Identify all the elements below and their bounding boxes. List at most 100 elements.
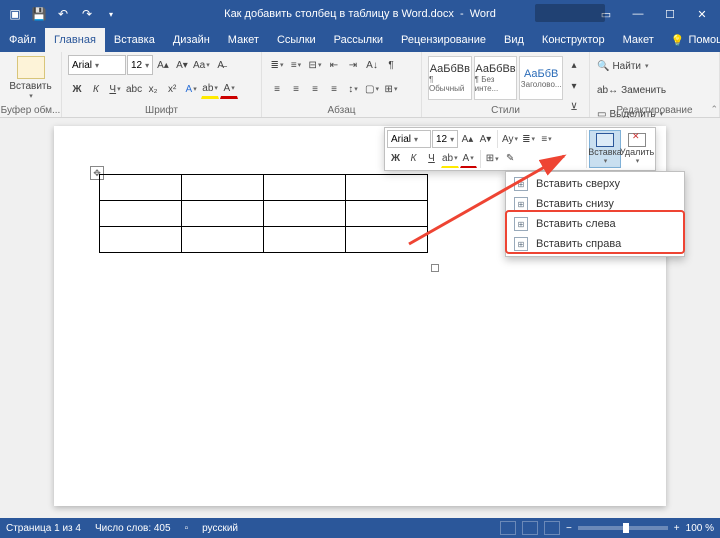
mini-fontcolor-icon[interactable]: A▾ bbox=[460, 150, 477, 168]
paste-button[interactable]: Вставить▾ bbox=[6, 54, 55, 102]
zoom-in-icon[interactable]: + bbox=[674, 523, 680, 534]
underline-button[interactable]: Ч▾ bbox=[106, 79, 124, 99]
menu-insert-above[interactable]: ⊞Вставить сверху bbox=[508, 174, 682, 194]
zoom-value[interactable]: 100 % bbox=[686, 523, 714, 534]
status-proofing-icon[interactable]: ▫ bbox=[185, 523, 189, 534]
tab-review[interactable]: Рецензирование bbox=[392, 28, 495, 52]
mini-insert-button[interactable]: Вставка▾ bbox=[589, 130, 621, 168]
mini-grow-icon[interactable]: A▴ bbox=[459, 130, 476, 148]
mini-highlight-icon[interactable]: ab▾ bbox=[441, 150, 459, 168]
view-read-icon[interactable] bbox=[500, 521, 516, 535]
sort-icon[interactable]: A↓ bbox=[363, 55, 381, 75]
justify-icon[interactable]: ≡ bbox=[325, 79, 343, 99]
document-table[interactable] bbox=[99, 174, 428, 253]
tab-home[interactable]: Главная bbox=[45, 28, 105, 52]
mini-size-combo[interactable]: 12▾ bbox=[432, 130, 458, 148]
mini-bold-button[interactable]: Ж bbox=[387, 150, 404, 168]
font-size-combo[interactable]: 12▾ bbox=[127, 55, 153, 75]
mini-format-painter-icon[interactable]: ✎ bbox=[502, 150, 519, 168]
tab-references[interactable]: Ссылки bbox=[268, 28, 325, 52]
mini-bullets-icon[interactable]: ≣▾ bbox=[520, 130, 537, 148]
bold-button[interactable]: Ж bbox=[68, 79, 86, 99]
group-styles: АаБбВв¶ Обычный АаБбВв¶ Без инте... АаБб… bbox=[422, 52, 590, 117]
tab-insert[interactable]: Вставка bbox=[105, 28, 164, 52]
find-button[interactable]: 🔍 Найти▾ bbox=[596, 56, 650, 76]
style-heading[interactable]: АаБбВЗаголово... bbox=[519, 56, 563, 100]
shrink-font-icon[interactable]: A▾ bbox=[173, 55, 191, 75]
show-marks-icon[interactable]: ¶ bbox=[382, 55, 400, 75]
style-no-spacing[interactable]: АаБбВв¶ Без инте... bbox=[474, 56, 518, 100]
tab-designer[interactable]: Конструктор bbox=[533, 28, 614, 52]
grow-font-icon[interactable]: A▴ bbox=[154, 55, 172, 75]
align-right-icon[interactable]: ≡ bbox=[306, 79, 324, 99]
style-normal[interactable]: АаБбВв¶ Обычный bbox=[428, 56, 472, 100]
view-print-icon[interactable] bbox=[522, 521, 538, 535]
styles-up-icon[interactable]: ▴ bbox=[565, 56, 583, 75]
borders-icon[interactable]: ⊞▾ bbox=[382, 79, 400, 99]
numbering-icon[interactable]: ≡▾ bbox=[287, 55, 305, 75]
change-case-icon[interactable]: Aa▾ bbox=[192, 55, 211, 75]
bullets-icon[interactable]: ≣▾ bbox=[268, 55, 286, 75]
align-left-icon[interactable]: ≡ bbox=[268, 79, 286, 99]
minimize-icon[interactable]: — bbox=[624, 3, 652, 25]
tab-design[interactable]: Дизайн bbox=[164, 28, 219, 52]
clear-format-icon[interactable]: A̶ bbox=[212, 55, 230, 75]
italic-button[interactable]: К bbox=[87, 79, 105, 99]
styles-down-icon[interactable]: ▾ bbox=[565, 77, 583, 96]
superscript-button[interactable]: x² bbox=[163, 79, 181, 99]
delete-icon: ✕ bbox=[628, 133, 646, 147]
tab-layout[interactable]: Макет bbox=[219, 28, 268, 52]
tell-me[interactable]: 💡 Помощ bbox=[663, 28, 720, 52]
tab-mailings[interactable]: Рассылки bbox=[325, 28, 392, 52]
status-language[interactable]: русский bbox=[202, 523, 238, 534]
quick-access: ▣ 💾 ↶ ↷ ▾ bbox=[4, 3, 122, 25]
qa-more-icon[interactable]: ▾ bbox=[100, 3, 122, 25]
font-family-combo[interactable]: Arial▾ bbox=[68, 55, 126, 75]
menu-insert-right[interactable]: ⊞Вставить справа bbox=[508, 234, 682, 254]
page[interactable]: ✥ Arial▾ 12▾ A▴ A▾ Ay▾ ≣▾ ≡▾ bbox=[54, 126, 666, 506]
tab-view[interactable]: Вид bbox=[495, 28, 533, 52]
mini-underline-button[interactable]: Ч bbox=[423, 150, 440, 168]
account-area[interactable] bbox=[535, 4, 605, 22]
paste-icon bbox=[17, 56, 45, 79]
tab-file[interactable]: Файл bbox=[0, 28, 45, 52]
zoom-slider[interactable] bbox=[578, 526, 668, 530]
insert-below-icon: ⊞ bbox=[514, 197, 528, 211]
mini-italic-button[interactable]: К bbox=[405, 150, 422, 168]
multilevel-icon[interactable]: ⊟▾ bbox=[306, 55, 324, 75]
menu-insert-below[interactable]: ⊞Вставить снизу bbox=[508, 194, 682, 214]
shading-icon[interactable]: ▢▾ bbox=[363, 79, 381, 99]
font-color-icon[interactable]: A▾ bbox=[220, 79, 238, 99]
subscript-button[interactable]: x₂ bbox=[144, 79, 162, 99]
line-spacing-icon[interactable]: ↕▾ bbox=[344, 79, 362, 99]
zoom-out-icon[interactable]: − bbox=[566, 523, 572, 534]
highlight-icon[interactable]: ab▾ bbox=[201, 79, 219, 99]
table-resize-handle[interactable] bbox=[431, 264, 439, 272]
align-center-icon[interactable]: ≡ bbox=[287, 79, 305, 99]
titlebar: ▣ 💾 ↶ ↷ ▾ Как добавить столбец в таблицу… bbox=[0, 0, 720, 28]
undo-icon[interactable]: ↶ bbox=[52, 3, 74, 25]
save-icon[interactable]: 💾 bbox=[28, 3, 50, 25]
dec-indent-icon[interactable]: ⇤ bbox=[325, 55, 343, 75]
collapse-ribbon-icon[interactable]: ⌃ bbox=[710, 104, 718, 115]
tab-layout2[interactable]: Макет bbox=[614, 28, 663, 52]
text-effects-icon[interactable]: A▾ bbox=[182, 79, 200, 99]
maximize-icon[interactable]: ☐ bbox=[656, 3, 684, 25]
mini-borders-icon[interactable]: ⊞▾ bbox=[484, 150, 501, 168]
menu-insert-left[interactable]: ⊞Вставить слева bbox=[508, 214, 682, 234]
mini-styles-icon[interactable]: Ay▾ bbox=[501, 130, 519, 148]
group-label-font: Шрифт bbox=[62, 105, 261, 116]
mini-font-combo[interactable]: Arial▾ bbox=[387, 130, 431, 148]
replace-button[interactable]: ab↔ Заменить bbox=[596, 80, 667, 100]
mini-numbering-icon[interactable]: ≡▾ bbox=[538, 130, 555, 148]
status-words[interactable]: Число слов: 405 bbox=[95, 523, 171, 534]
close-icon[interactable]: ✕ bbox=[688, 3, 716, 25]
mini-shrink-icon[interactable]: A▾ bbox=[477, 130, 494, 148]
inc-indent-icon[interactable]: ⇥ bbox=[344, 55, 362, 75]
status-page[interactable]: Страница 1 из 4 bbox=[6, 523, 81, 534]
redo-icon[interactable]: ↷ bbox=[76, 3, 98, 25]
view-web-icon[interactable] bbox=[544, 521, 560, 535]
mini-delete-button[interactable]: ✕ Удалить▾ bbox=[621, 130, 653, 168]
group-editing: 🔍 Найти▾ ab↔ Заменить ▭ Выделить▾ Редакт… bbox=[590, 52, 720, 117]
strike-button[interactable]: abc bbox=[125, 79, 143, 99]
